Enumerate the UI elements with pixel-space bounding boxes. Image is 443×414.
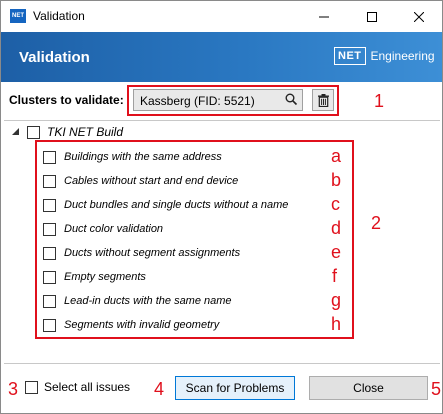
issue-label: Cables without start and end device — [64, 175, 239, 187]
issue-checkbox[interactable] — [43, 150, 56, 164]
clusters-label: Clusters to validate: — [9, 93, 124, 107]
issue-label: Empty segments — [64, 271, 146, 283]
close-icon — [414, 11, 424, 22]
logo-text: Engineering — [370, 49, 435, 63]
tree-root-node[interactable]: TKI NET Build — [11, 125, 123, 139]
title-bar: NET Validation — [1, 1, 442, 32]
annotation-frame-clusters — [127, 85, 339, 116]
select-all-toggle[interactable]: Select all issues — [25, 380, 130, 394]
scan-for-problems-button[interactable]: Scan for Problems — [175, 376, 295, 400]
issue-item[interactable]: Empty segments — [43, 268, 146, 286]
annotation-mark-3: 3 — [8, 379, 19, 399]
annotation-mark-4: 4 — [154, 379, 165, 399]
annotation-letter: h — [331, 314, 342, 334]
annotation-letter: g — [331, 290, 342, 310]
issue-item[interactable]: Lead-in ducts with the same name — [43, 292, 232, 310]
window-title: Validation — [33, 9, 85, 23]
issue-item[interactable]: Ducts without segment assignments — [43, 244, 240, 262]
select-all-checkbox[interactable] — [25, 380, 38, 394]
issue-checkbox[interactable] — [43, 270, 56, 284]
issue-label: Lead-in ducts with the same name — [64, 295, 232, 307]
issue-label: Duct color validation — [64, 223, 164, 235]
issue-item[interactable]: Duct bundles and single ducts without a … — [43, 196, 288, 214]
annotation-mark-1: 1 — [374, 91, 385, 111]
issue-checkbox[interactable] — [43, 198, 56, 212]
annotation-mark-2: 2 — [371, 213, 382, 233]
issue-checkbox[interactable] — [43, 222, 56, 236]
root-checkbox[interactable] — [27, 125, 40, 139]
issue-label: Ducts without segment assignments — [64, 247, 241, 259]
issue-checkbox[interactable] — [43, 246, 56, 260]
issue-item[interactable]: Segments with invalid geometry — [43, 316, 219, 334]
select-all-label: Select all issues — [44, 380, 131, 394]
issue-label: Segments with invalid geometry — [64, 319, 220, 331]
issue-item[interactable]: Cables without start and end device — [43, 172, 238, 190]
header-title: Validation — [19, 49, 90, 66]
annotation-mark-5: 5 — [431, 379, 442, 399]
maximize-button[interactable] — [349, 1, 395, 32]
issue-item[interactable]: Duct color validation — [43, 220, 163, 238]
annotation-letter: c — [331, 194, 340, 214]
close-button[interactable]: Close — [309, 376, 428, 400]
root-label: TKI NET Build — [47, 125, 124, 139]
annotation-letter: d — [331, 218, 342, 238]
footer-divider — [4, 363, 440, 364]
annotation-letter: e — [331, 242, 342, 262]
maximize-icon — [367, 11, 377, 22]
issue-item[interactable]: Buildings with the same address — [43, 148, 222, 166]
issue-label: Buildings with the same address — [64, 151, 222, 163]
issue-label: Duct bundles and single ducts without a … — [64, 199, 289, 211]
header-banner: Validation NET Engineering — [1, 32, 442, 82]
issue-checkbox[interactable] — [43, 294, 56, 308]
annotation-letter: a — [331, 146, 342, 166]
net-engineering-logo: NET Engineering — [334, 46, 435, 66]
annotation-letter: f — [332, 266, 338, 286]
minimize-icon — [319, 16, 329, 17]
close-window-button[interactable] — [396, 1, 442, 32]
logo-box: NET — [334, 47, 366, 65]
validation-window: NET Validation Validation NET Engineerin… — [0, 0, 443, 414]
expand-triangle-icon[interactable] — [11, 127, 21, 137]
issue-checkbox[interactable] — [43, 174, 56, 188]
minimize-button[interactable] — [301, 1, 347, 32]
app-icon: NET — [10, 9, 26, 23]
annotation-letter: b — [331, 170, 342, 190]
issue-checkbox[interactable] — [43, 318, 56, 332]
